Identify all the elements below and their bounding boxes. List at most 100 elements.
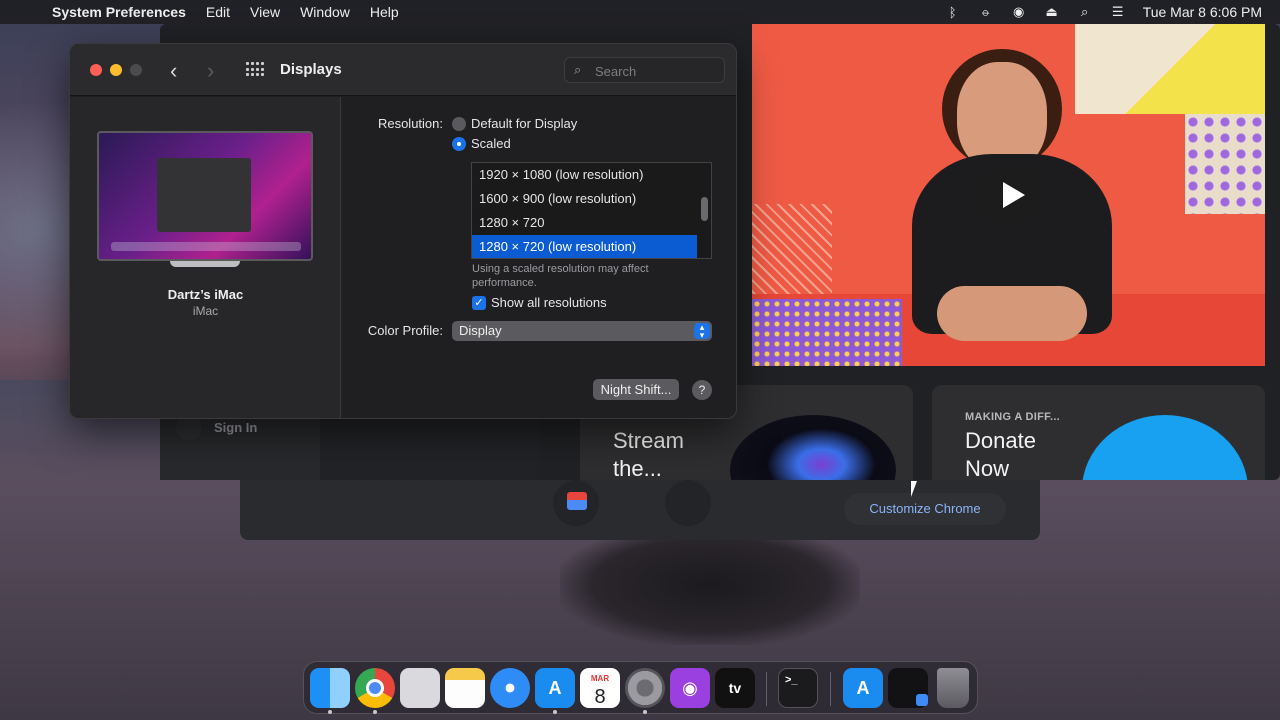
menu-bar-clock[interactable]: Tue Mar 8 6:06 PM	[1143, 4, 1262, 20]
menu-help[interactable]: Help	[370, 4, 399, 20]
app-store-downloads-icon[interactable]: A	[843, 668, 883, 708]
display-sidebar: Dartz’s iMac iMac	[70, 97, 341, 418]
display-name: Dartz’s iMac	[167, 287, 244, 302]
card-donate[interactable]: MAKING A DIFF... Donate Now	[932, 385, 1265, 480]
dock: A MAR 8 ◉ tv >_ A	[303, 661, 978, 714]
radio-label: Default for Display	[471, 116, 578, 131]
customize-chrome-button[interactable]: Customize Chrome	[844, 493, 1006, 525]
video-pattern	[752, 299, 902, 366]
radio-default-for-display[interactable]: Default for Display	[452, 116, 577, 131]
search-icon: ⌕	[574, 62, 582, 77]
resolution-item-selected[interactable]: 1280 × 720 (low resolution)	[472, 235, 697, 258]
play-button[interactable]	[975, 163, 1045, 227]
display-model: iMac	[192, 304, 219, 318]
mouse-cursor-icon	[911, 481, 923, 497]
checkmark-icon[interactable]: ✓	[472, 295, 486, 310]
shortcut-tile[interactable]	[665, 480, 711, 526]
menu-app-name[interactable]: System Preferences	[52, 4, 186, 20]
zoom-button[interactable]	[130, 64, 142, 76]
video-pattern	[1185, 114, 1265, 214]
system-preferences-window: ‹ › Displays ⌕ Dartz’s iMac iMac Resolut…	[69, 43, 737, 419]
calendar-day: 8	[594, 686, 606, 708]
safari-icon[interactable]	[490, 668, 530, 708]
shortcut-store-icon	[567, 492, 587, 510]
podcasts-icon[interactable]: ◉	[670, 668, 710, 708]
user-icon[interactable]: ◉	[1011, 4, 1027, 20]
running-indicator	[643, 710, 647, 714]
menu-edit[interactable]: Edit	[206, 4, 230, 20]
card-eyebrow: MAKING A DIFF...	[965, 411, 1061, 423]
apple-tv-icon[interactable]: tv	[715, 668, 755, 708]
color-profile-select[interactable]: Display ▴ ▾	[452, 321, 712, 341]
color-profile-value: Display	[459, 323, 502, 338]
terminal-prompt: >_	[785, 674, 798, 686]
chevron-updown-icon: ▴ ▾	[694, 323, 710, 340]
menu-window[interactable]: Window	[300, 4, 350, 20]
eject-icon[interactable]: ⏏	[1044, 4, 1060, 20]
radio-label: Scaled	[471, 136, 511, 151]
resolution-item[interactable]: 1280 × 720	[472, 211, 697, 235]
running-indicator	[553, 710, 557, 714]
resolution-label: Resolution:	[377, 116, 443, 131]
search-field[interactable]: ⌕	[564, 57, 725, 83]
resolution-item[interactable]: 1600 × 900 (low resolution)	[472, 187, 697, 211]
calendar-month: MAR	[590, 674, 610, 683]
show-all-resolutions-checkbox[interactable]: ✓ Show all resolutions	[472, 295, 607, 310]
system-preferences-icon[interactable]	[625, 668, 665, 708]
thumbnail-dock	[111, 242, 301, 251]
resolution-list-scrollbar[interactable]	[701, 197, 708, 221]
show-all-grid-icon[interactable]	[246, 62, 264, 77]
resolution-item[interactable]: 1920 × 1080 (low resolution)	[472, 163, 697, 187]
close-button[interactable]	[90, 64, 102, 76]
display-thumbnail[interactable]	[97, 131, 313, 261]
display-stand	[170, 261, 240, 267]
wallpaper-island	[560, 525, 860, 645]
menu-bar: System Preferences Edit View Window Help…	[0, 0, 1280, 24]
chrome-icon[interactable]	[355, 668, 395, 708]
calendar-icon[interactable]: MAR 8	[580, 668, 620, 708]
forward-chevron-icon[interactable]: ›	[207, 58, 214, 84]
window-toolbar: ‹ › Displays ⌕	[70, 44, 736, 96]
terminal-icon[interactable]: >_	[778, 668, 818, 708]
color-profile-label: Color Profile:	[367, 323, 443, 338]
video-pattern	[752, 204, 832, 304]
bluetooth-icon[interactable]: ᛒ	[945, 5, 961, 20]
running-indicator	[373, 710, 377, 714]
radio-button-selected[interactable]	[452, 136, 466, 151]
launchpad-icon[interactable]	[400, 668, 440, 708]
video-person-arms	[937, 286, 1087, 341]
card-title: Donate Now	[965, 428, 1036, 480]
menu-view[interactable]: View	[250, 4, 280, 20]
card-artwork	[730, 415, 896, 480]
app-store-icon[interactable]: A	[535, 668, 575, 708]
notes-icon[interactable]	[445, 668, 485, 708]
trash-icon[interactable]	[937, 668, 969, 708]
card-title: Stream the...	[613, 428, 684, 480]
card-artwork	[1082, 415, 1248, 480]
minimized-badge-icon	[916, 694, 928, 706]
tv-label: tv	[728, 680, 742, 696]
back-chevron-icon[interactable]: ‹	[170, 58, 177, 84]
sign-in-link[interactable]: Sign In	[214, 420, 257, 435]
radio-button[interactable]	[452, 116, 466, 131]
dock-separator	[766, 672, 767, 706]
menu-bar-status: ᛒ ⦵ ◉ ⏏ ⌕ ☰ Tue Mar 8 6:06 PM	[945, 0, 1262, 24]
radio-scaled[interactable]: Scaled	[452, 136, 511, 151]
help-button[interactable]: ?	[692, 380, 712, 400]
search-icon[interactable]: ⌕	[1077, 4, 1093, 20]
night-shift-button[interactable]: Night Shift...	[593, 379, 679, 400]
airdrop-icon[interactable]: ⦵	[978, 4, 994, 20]
shortcut-tile[interactable]	[553, 480, 599, 526]
running-indicator	[328, 710, 332, 714]
control-center-icon[interactable]: ☰	[1110, 4, 1126, 20]
minimize-button[interactable]	[110, 64, 122, 76]
minimized-window-icon[interactable]	[888, 668, 928, 708]
video-pattern	[1075, 24, 1265, 114]
resolution-list[interactable]: 1920 × 1080 (low resolution) 1600 × 900 …	[471, 162, 712, 259]
finder-icon[interactable]	[310, 668, 350, 708]
checkbox-label: Show all resolutions	[491, 295, 607, 310]
window-title: Displays	[280, 61, 342, 78]
search-input[interactable]	[595, 62, 720, 80]
play-icon	[1003, 182, 1025, 208]
dock-separator	[830, 672, 831, 706]
